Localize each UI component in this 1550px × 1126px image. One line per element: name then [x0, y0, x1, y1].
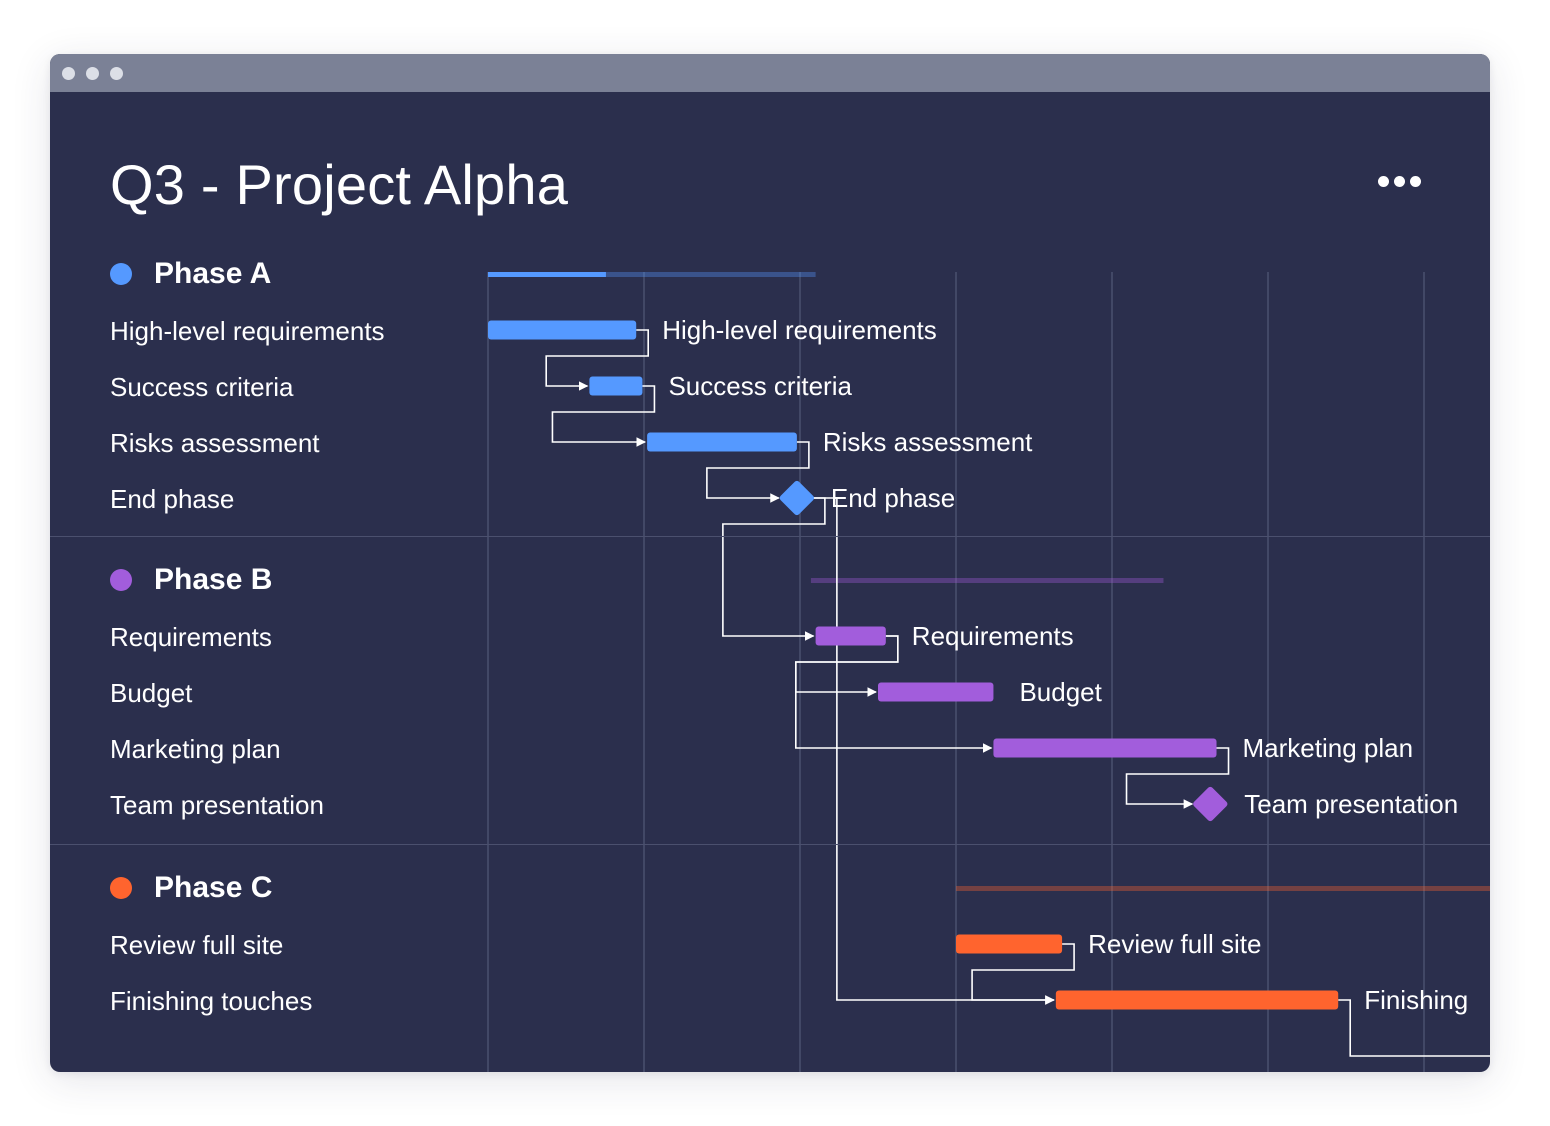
task-label-end-phase[interactable]: End phase — [110, 482, 234, 516]
more-horizontal-icon — [1378, 176, 1389, 187]
milestone-end-phase — [779, 480, 815, 516]
task-label-success-criteria[interactable]: Success criteria — [110, 370, 294, 404]
task-bar-label-risks-assessment: Risks assessment — [823, 427, 1033, 457]
window-maximize-button[interactable] — [110, 67, 123, 80]
dependency-connector — [722, 497, 826, 641]
task-bar-review-full-site[interactable] — [956, 934, 1063, 954]
task-bar-requirements[interactable] — [815, 626, 886, 646]
task-bar-label-marketing-plan: Marketing plan — [1243, 733, 1414, 763]
window-close-button[interactable] — [62, 67, 75, 80]
task-bar-label-review-full-site: Review full site — [1088, 929, 1261, 959]
phase-a-color-dot — [110, 263, 132, 285]
phase-a-header[interactable]: Phase A — [110, 254, 271, 294]
task-label-marketing-plan[interactable]: Marketing plan — [110, 732, 281, 766]
phase-c-color-dot — [110, 877, 132, 899]
more-options-button[interactable] — [1378, 168, 1438, 194]
task-label-review-full-site[interactable]: Review full site — [110, 928, 283, 962]
task-label-risks-assessment[interactable]: Risks assessment — [110, 426, 320, 460]
task-bar-budget[interactable] — [878, 682, 994, 702]
task-bar-label-finishing-touches: Finishing — [1364, 985, 1468, 1015]
phase-divider — [50, 844, 1490, 845]
app-window: High-level requirements Success criteria R… — [50, 54, 1490, 1072]
phase-b-color-dot — [110, 569, 132, 591]
phase-b-header[interactable]: Phase B — [110, 560, 272, 600]
phase-b-summary-track — [810, 578, 1164, 583]
task-bar-risks-assessment[interactable] — [647, 432, 797, 452]
task-label-high-level-requirements[interactable]: High-level requirements — [110, 314, 385, 348]
milestone-team-presentation — [1193, 786, 1228, 822]
phase-divider — [50, 536, 1490, 537]
task-label-budget[interactable]: Budget — [110, 676, 192, 710]
task-label-finishing-touches[interactable]: Finishing touches — [110, 984, 312, 1018]
window-minimize-button[interactable] — [86, 67, 99, 80]
task-bar-finishing-touches[interactable] — [1055, 990, 1339, 1010]
task-bar-success-criteria[interactable] — [589, 376, 643, 396]
page-title: Q3 - Project Alpha — [110, 153, 569, 216]
phase-b-label: Phase B — [154, 563, 273, 596]
task-bar-label-team-presentation: Team presentation — [1244, 789, 1458, 819]
gantt-board: High-level requirements Success criteria R… — [50, 92, 1490, 1072]
window-titlebar[interactable] — [50, 54, 1490, 92]
task-bar-label-budget: Budget — [1019, 677, 1102, 707]
phase-c-label: Phase C — [154, 871, 273, 904]
phase-a-label: Phase A — [154, 257, 272, 290]
more-horizontal-icon — [1410, 176, 1421, 187]
more-horizontal-icon — [1394, 176, 1405, 187]
phase-c-header[interactable]: Phase C — [110, 868, 272, 908]
task-bar-label-end-phase: End phase — [831, 483, 955, 513]
phase-a-summary-progress — [488, 272, 606, 277]
task-label-requirements[interactable]: Requirements — [110, 620, 272, 654]
task-bar-high-level-requirements[interactable] — [488, 320, 637, 340]
phase-c-summary-track — [956, 886, 1490, 891]
task-bar-label-success-criteria: Success criteria — [668, 371, 852, 401]
task-bar-label-requirements: Requirements — [912, 621, 1074, 651]
task-bar-label-high-level-requirements: High-level requirements — [662, 315, 937, 345]
task-label-team-presentation[interactable]: Team presentation — [110, 788, 324, 822]
task-bar-marketing-plan[interactable] — [993, 738, 1217, 758]
